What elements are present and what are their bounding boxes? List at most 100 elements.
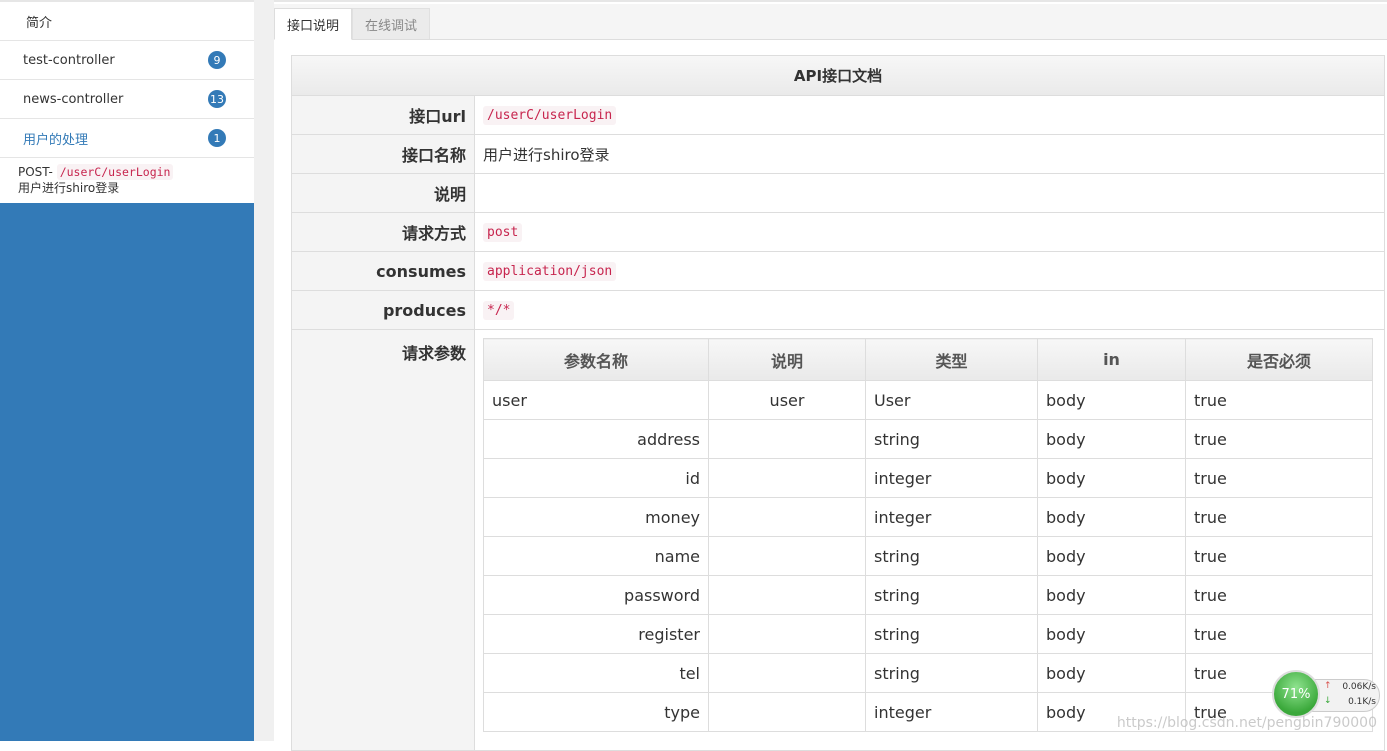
consumes-value: application/json — [483, 261, 617, 281]
param-type: string — [865, 653, 1038, 693]
col-header: 参数名称 — [483, 338, 709, 381]
param-in: body — [1037, 497, 1186, 537]
doc-value: 参数名称 说明 类型 in 是否必须 user user User body t… — [475, 330, 1384, 750]
sidebar-item-intro[interactable]: 简介 — [0, 2, 254, 41]
doc-key: 请求方式 — [292, 213, 475, 251]
count-badge: 9 — [208, 51, 226, 69]
doc-key: produces — [292, 291, 475, 329]
col-header: in — [1037, 338, 1186, 381]
param-name: name — [483, 536, 709, 576]
sidebar-item-label: 用户的处理 — [23, 132, 89, 148]
doc-row-consumes: consumes application/json — [292, 252, 1384, 291]
col-header: 是否必须 — [1185, 338, 1373, 381]
doc-title: API接口文档 — [292, 56, 1384, 96]
col-header: 类型 — [865, 338, 1038, 381]
param-required: true — [1185, 497, 1373, 537]
doc-row-url: 接口url /userC/userLogin — [292, 96, 1384, 135]
upload-speed: 0.06K/s — [1342, 682, 1376, 692]
param-desc — [708, 536, 866, 576]
table-row: register string body true — [483, 614, 1373, 654]
param-desc — [708, 575, 866, 615]
param-in: body — [1037, 536, 1186, 576]
sidebar: 简介 test-controller 9 news-controller 13 … — [0, 0, 254, 741]
doc-value: application/json — [475, 252, 1384, 290]
param-name: register — [483, 614, 709, 654]
param-desc — [708, 419, 866, 459]
doc-key: 接口url — [292, 96, 475, 134]
param-type: integer — [865, 692, 1038, 732]
doc-row-params: 请求参数 参数名称 说明 类型 in 是否必须 user user User b… — [292, 330, 1384, 750]
doc-key: consumes — [292, 252, 475, 290]
endpoint-path: /userC/userLogin — [56, 164, 174, 180]
sidebar-item-label: 简介 — [26, 15, 53, 31]
tab-doc[interactable]: 接口说明 — [274, 8, 353, 40]
param-desc — [708, 614, 866, 654]
param-type: User — [865, 380, 1038, 420]
param-type: string — [865, 575, 1038, 615]
network-speed-widget[interactable]: 71% ↑ 0.06K/s ↓ 0.1K/s — [1272, 670, 1380, 718]
watermark: https://blog.csdn.net/pengbin790000 — [1116, 715, 1377, 731]
top-border — [274, 0, 1387, 2]
param-name: id — [483, 458, 709, 498]
param-type: integer — [865, 458, 1038, 498]
method-label: POST- — [18, 165, 53, 179]
table-row: name string body true — [483, 536, 1373, 576]
doc-key: 请求参数 — [292, 330, 475, 750]
name-value: 用户进行shiro登录 — [483, 145, 610, 164]
endpoint-description: 用户进行shiro登录 — [18, 181, 120, 195]
param-required: true — [1185, 458, 1373, 498]
param-in: body — [1037, 419, 1186, 459]
param-type: string — [865, 536, 1038, 576]
param-in: body — [1037, 614, 1186, 654]
param-name: tel — [483, 653, 709, 693]
doc-key: 说明 — [292, 174, 475, 212]
param-desc — [708, 497, 866, 537]
table-row: address string body true — [483, 419, 1373, 459]
table-row: tel string body true — [483, 653, 1373, 693]
doc-value: post — [475, 213, 1384, 251]
param-name: address — [483, 419, 709, 459]
gutter — [254, 0, 274, 741]
count-badge: 1 — [208, 129, 226, 147]
param-required: true — [1185, 575, 1373, 615]
doc-row-produces: produces */* — [292, 291, 1384, 330]
param-required: true — [1185, 419, 1373, 459]
tab-bar: 接口说明 在线调试 — [274, 4, 1387, 40]
method-value: post — [483, 222, 523, 242]
param-type: string — [865, 614, 1038, 654]
sidebar-subitem-user-login[interactable]: POST- /userC/userLogin 用户进行shiro登录 — [0, 158, 254, 203]
api-doc-panel: API接口文档 接口url /userC/userLogin 接口名称 用户进行… — [291, 55, 1385, 751]
param-desc — [708, 458, 866, 498]
desc-value — [475, 174, 1384, 212]
param-type: integer — [865, 497, 1038, 537]
count-badge: 13 — [208, 90, 226, 108]
tab-debug[interactable]: 在线调试 — [352, 8, 431, 39]
produces-value: */* — [483, 300, 515, 320]
sidebar-item-user-handling[interactable]: 用户的处理 1 — [0, 119, 254, 158]
params-table: 参数名称 说明 类型 in 是否必须 user user User body t… — [483, 338, 1373, 732]
param-in: body — [1037, 653, 1186, 693]
sidebar-item-news-controller[interactable]: news-controller 13 — [0, 80, 254, 119]
doc-value: */* — [475, 291, 1384, 329]
doc-value: /userC/userLogin — [475, 96, 1384, 134]
param-name: money — [483, 497, 709, 537]
param-required: true — [1185, 614, 1373, 654]
param-name: user — [483, 380, 709, 420]
memory-usage-indicator[interactable]: 71% — [1272, 670, 1320, 718]
table-row: money integer body true — [483, 497, 1373, 537]
param-required: true — [1185, 536, 1373, 576]
param-desc — [708, 692, 866, 732]
doc-row-name: 接口名称 用户进行shiro登录 — [292, 135, 1384, 174]
param-desc — [708, 653, 866, 693]
url-value: /userC/userLogin — [483, 105, 617, 125]
doc-row-method: 请求方式 post — [292, 213, 1384, 252]
sidebar-item-test-controller[interactable]: test-controller 9 — [0, 41, 254, 80]
param-name: type — [483, 692, 709, 732]
doc-key: 接口名称 — [292, 135, 475, 173]
doc-row-desc: 说明 — [292, 174, 1384, 213]
col-header: 说明 — [708, 338, 866, 381]
table-row: user user User body true — [483, 380, 1373, 420]
param-name: password — [483, 575, 709, 615]
param-type: string — [865, 419, 1038, 459]
main-content: 接口说明 在线调试 API接口文档 接口url /userC/userLogin… — [254, 0, 1387, 751]
